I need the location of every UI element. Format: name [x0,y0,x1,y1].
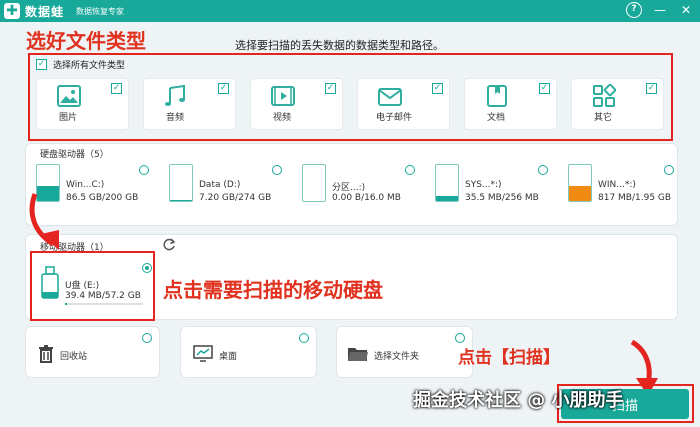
file-type-label: 电子邮件 [376,113,413,123]
checkbox-icon: ✓ [36,59,47,70]
location-desktop[interactable]: 桌面 [180,326,317,378]
location-choose-folder[interactable]: 选择文件夹 [336,326,473,378]
drive-item[interactable]: WIN...*:) 817 MB/1.95 GB [566,162,693,206]
file-type-label: 其它 [594,113,613,123]
drive-usage-fill [569,185,591,201]
music-icon [165,84,185,106]
location-label: 桌面 [219,352,238,362]
annotation-arrow-icon [29,193,59,250]
other-icon [593,84,616,107]
minimize-button[interactable]: — [652,2,668,18]
file-type-other[interactable]: ✓ 其它 [571,78,664,130]
location-radio[interactable] [299,333,309,343]
drive-name: WIN...*:) [598,180,636,190]
help-icon[interactable]: ? [626,2,642,18]
file-type-label: 文档 [487,113,506,123]
highlight-usb-drive [30,251,155,321]
drive-radio[interactable] [405,165,415,175]
drive-usage-fill [436,195,458,201]
trash-icon [39,345,53,363]
image-icon [57,85,81,107]
drive-usage-fill [170,199,192,201]
video-icon [271,86,295,106]
file-type-audio[interactable]: ✓ 音频 [143,78,236,130]
desktop-icon [193,345,213,362]
drive-item[interactable]: SYS...*:) 35.5 MB/256 MB [433,162,560,206]
title-bar: ✚ 数据蛙 数据恢复专家 ? — ✕ [0,0,700,22]
drive-size: 7.20 GB/274 GB [199,193,272,203]
annotation-click-scan: 点击【扫描】 [458,348,560,368]
drive-size: 0.00 B/16.0 MB [332,193,401,203]
annotation-select-type: 选好文件类型 [26,29,146,53]
drive-size: 817 MB/1.95 GB [598,193,672,203]
checkbox-icon[interactable]: ✓ [646,83,657,94]
drive-item[interactable]: 分区...:) 0.00 B/16.0 MB [300,162,427,206]
checkbox-icon[interactable]: ✓ [325,83,336,94]
close-button[interactable]: ✕ [678,2,694,18]
file-type-label: 音频 [166,113,185,123]
location-radio[interactable] [455,333,465,343]
folder-icon [348,348,368,361]
mail-icon [378,88,402,106]
hard-drive-title: 硬盘驱动器（5） [40,150,109,160]
drive-radio[interactable] [664,165,674,175]
checkbox-icon[interactable]: ✓ [539,83,550,94]
drive-name: Win...C:) [66,180,105,190]
file-type-document[interactable]: ✓ 文档 [464,78,557,130]
refresh-icon[interactable] [163,238,176,251]
drive-radio[interactable] [272,165,282,175]
drive-radio[interactable] [538,165,548,175]
location-radio[interactable] [142,333,152,343]
file-type-image[interactable]: ✓ 图片 [36,78,129,130]
hard-drive-list: Win...C:) 86.5 GB/200 GB Data (D:) 7.20 … [34,162,693,206]
app-slogan: 数据恢复专家 [76,6,125,16]
logo-icon: ✚ [4,3,20,19]
file-type-list: ✓ 图片 ✓ 音频 ✓ 视频 ✓ 电子邮件 ✓ 文档 ✓ 其它 [36,78,666,130]
drive-icon [568,164,592,202]
app-name: 数据蛙 [25,4,65,19]
location-label: 回收站 [60,352,88,362]
file-type-label: 图片 [59,113,78,123]
document-icon [487,85,507,107]
drive-icon [435,164,459,202]
drive-name: 分区...:) [332,183,366,193]
checkbox-icon[interactable]: ✓ [111,83,122,94]
drive-size: 86.5 GB/200 GB [66,193,139,203]
select-all-checkbox[interactable]: ✓ 选择所有文件类型 [36,58,125,71]
file-type-video[interactable]: ✓ 视频 [250,78,343,130]
drive-icon [169,164,193,202]
file-type-email[interactable]: ✓ 电子邮件 [357,78,450,130]
checkbox-icon[interactable]: ✓ [432,83,443,94]
annotation-click-drive: 点击需要扫描的移动硬盘 [163,278,383,302]
drive-name: SYS...*:) [465,180,502,190]
drive-item[interactable]: Data (D:) 7.20 GB/274 GB [167,162,294,206]
drive-name: Data (D:) [199,180,241,190]
checkbox-icon[interactable]: ✓ [218,83,229,94]
app-logo: ✚ 数据蛙 [4,3,64,20]
instruction-text: 选择要扫描的丢失数据的数据类型和路径。 [235,39,444,52]
watermark-text: 掘金技术社区 @ 小朋助手 [413,390,624,411]
location-recycle-bin[interactable]: 回收站 [25,326,160,378]
location-label: 选择文件夹 [374,352,420,362]
drive-size: 35.5 MB/256 MB [465,193,539,203]
drive-radio[interactable] [139,165,149,175]
drive-icon [302,164,326,202]
file-type-label: 视频 [273,113,292,123]
select-all-label: 选择所有文件类型 [53,61,126,71]
